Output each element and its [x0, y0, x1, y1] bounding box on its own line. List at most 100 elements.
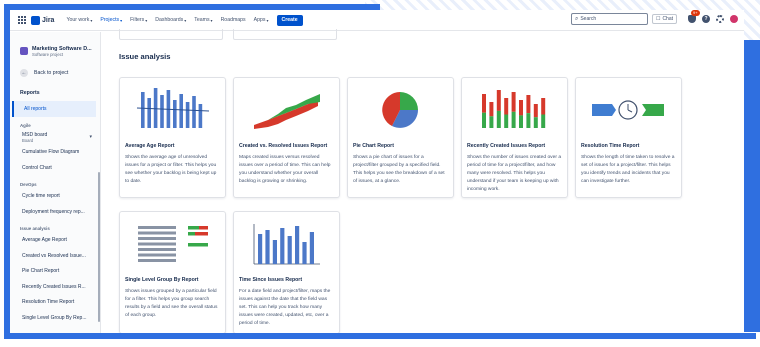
- chevron-down-icon: ▾: [89, 134, 92, 140]
- report-card-group[interactable]: Single Level Group By Report Shows issues…: [119, 211, 226, 333]
- illustration-row: [138, 226, 176, 229]
- sidebar-section-title: Issue analysis: [20, 225, 50, 231]
- user-avatar[interactable]: [730, 15, 738, 23]
- reports-main: Issue analysis Average Age Report Shows t…: [102, 29, 744, 333]
- illustration-bar-red: [533, 104, 538, 118]
- illustration-bar: [153, 88, 158, 128]
- arrow-left-icon: ←: [20, 69, 28, 77]
- sidebar-item[interactable]: Resolution Time Report: [10, 295, 100, 311]
- jira-app: Jira Your work ▾ Projects ▾ Filters ▾ Dashboar…: [10, 10, 744, 333]
- sidebar-section-title: Agile: [20, 122, 31, 128]
- illustration-row: [138, 253, 176, 257]
- illustration-row: [138, 259, 176, 262]
- board-sub: Board: [22, 137, 34, 143]
- illustration-bar-green: [482, 112, 486, 128]
- jira-logo[interactable]: Jira: [31, 15, 55, 25]
- nav-item-your-work[interactable]: Your work ▾: [66, 17, 92, 23]
- nav-item-label: Your work: [66, 17, 90, 23]
- report-card-title: Created vs. Resolved Issues Report: [239, 143, 328, 149]
- nav-item-dashboards[interactable]: Dashboards ▾: [155, 17, 186, 23]
- illustration-bar: [258, 234, 263, 264]
- illustration-bar-red: [489, 102, 494, 117]
- report-illustration: [234, 78, 339, 140]
- illustration-bar: [141, 92, 145, 128]
- chevron-down-icon: ▾: [210, 17, 213, 23]
- chat-icon: ☐: [655, 16, 661, 22]
- illustration-bar-red: [541, 98, 546, 115]
- sidebar-item[interactable]: Created vs Resolved Issue...: [10, 248, 100, 264]
- illustration-bar: [265, 230, 270, 264]
- illustration-bar-green: [489, 116, 494, 128]
- sidebar-item[interactable]: Average Age Report: [10, 233, 100, 249]
- report-card-partial[interactable]: [119, 29, 223, 40]
- illustration-bar: [309, 232, 314, 264]
- report-card-description: Shows a pie chart of issues for a projec…: [353, 155, 445, 184]
- search-placeholder: Search: [580, 16, 597, 22]
- illustration-bar-red: [526, 95, 531, 114]
- report-card-pie[interactable]: Pie Chart Report Shows a pie chart of iss…: [347, 77, 454, 198]
- illustration-pie-slice: [400, 92, 418, 110]
- chat-button[interactable]: ☐ Chat: [651, 14, 677, 24]
- illustration-bar-green: [511, 111, 516, 128]
- notification-badge: 9+: [691, 10, 700, 16]
- sidebar-item[interactable]: Cycle time report: [10, 189, 100, 205]
- illustration-bar-green: [188, 232, 195, 236]
- nav-item-apps[interactable]: Apps ▾: [254, 17, 269, 23]
- sidebar-item[interactable]: Deployment frequency rep...: [10, 204, 100, 220]
- board-selector[interactable]: MSD board Board ▾: [10, 130, 100, 145]
- illustration-bar-red: [511, 92, 516, 112]
- nav-item-teams[interactable]: Teams ▾: [194, 17, 212, 23]
- report-card-resolution[interactable]: Resolution Time Report Shows the length o…: [575, 77, 682, 198]
- illustration-bar: [192, 96, 196, 128]
- report-illustration: [234, 212, 339, 274]
- nav-item-label: Teams: [194, 17, 210, 23]
- nav-item-filters[interactable]: Filters ▾: [130, 17, 147, 23]
- sidebar-item[interactable]: Single Level Group By Rep...: [10, 310, 100, 326]
- back-to-project-link[interactable]: ← Back to project: [10, 57, 100, 77]
- illustration-bar-green: [519, 115, 523, 128]
- illustration-bar: [287, 236, 292, 264]
- illustration-bar-red: [496, 90, 501, 111]
- illustration-bar: [160, 95, 164, 128]
- section-title: Issue analysis: [119, 52, 171, 61]
- help-icon[interactable]: ?: [702, 15, 710, 23]
- illustration-arrow-green: [642, 104, 664, 116]
- jira-logo-text: Jira: [42, 16, 55, 24]
- nav-item-projects[interactable]: Projects ▾: [100, 17, 122, 23]
- project-header[interactable]: Marketing Software D... Software project: [10, 32, 100, 57]
- illustration-row: [138, 242, 176, 246]
- previous-cards-row: [119, 29, 347, 40]
- sidebar-item[interactable]: Cumulative Flow Diagram: [10, 145, 100, 161]
- report-card-created-resolved[interactable]: Created vs. Resolved Issues Report Maps c…: [233, 77, 340, 198]
- illustration-bar-green: [188, 243, 208, 247]
- illustration-bar: [295, 226, 300, 264]
- report-card-partial[interactable]: [233, 29, 337, 40]
- notifications-bell-icon[interactable]: 9+: [688, 10, 700, 23]
- search-input[interactable]: ⌕ Search: [570, 13, 648, 25]
- sidebar-item-all-reports[interactable]: All reports: [12, 101, 96, 117]
- create-button[interactable]: Create: [276, 14, 303, 26]
- reports-heading: Reports: [20, 90, 40, 96]
- app-switcher-icon[interactable]: [18, 16, 26, 24]
- report-card-recent[interactable]: Recently Created Issues Report Shows the …: [461, 77, 568, 198]
- illustration-bar: [302, 242, 307, 264]
- report-card-avg-age[interactable]: Average Age Report Shows the average age …: [119, 77, 226, 198]
- sidebar-scrollbar[interactable]: [98, 172, 100, 322]
- illustration-bar-green: [533, 117, 538, 128]
- illustration-row: [138, 237, 176, 240]
- report-illustration: [120, 212, 225, 274]
- sidebar-item[interactable]: Pie Chart Report: [10, 264, 100, 280]
- illustration-bar-red: [519, 100, 523, 116]
- sidebar-item[interactable]: Control Chart: [10, 160, 100, 176]
- sidebar-item[interactable]: Recently Created Issues R...: [10, 279, 100, 295]
- nav-item-roadmaps[interactable]: Roadmaps: [221, 17, 246, 23]
- report-illustration: [462, 78, 567, 140]
- settings-gear-icon[interactable]: [716, 15, 724, 23]
- nav-item-label: Roadmaps: [220, 17, 246, 23]
- nav-item-label: Apps: [253, 17, 266, 23]
- board-name: MSD board: [22, 131, 48, 138]
- report-card-description: Shows the average age of unresolved issu…: [125, 155, 217, 184]
- project-sidebar: Marketing Software D... Software project…: [10, 32, 101, 333]
- nav-item-label: Filters: [130, 17, 145, 23]
- report-card-time-since[interactable]: Time Since Issues Report For a date field…: [233, 211, 340, 333]
